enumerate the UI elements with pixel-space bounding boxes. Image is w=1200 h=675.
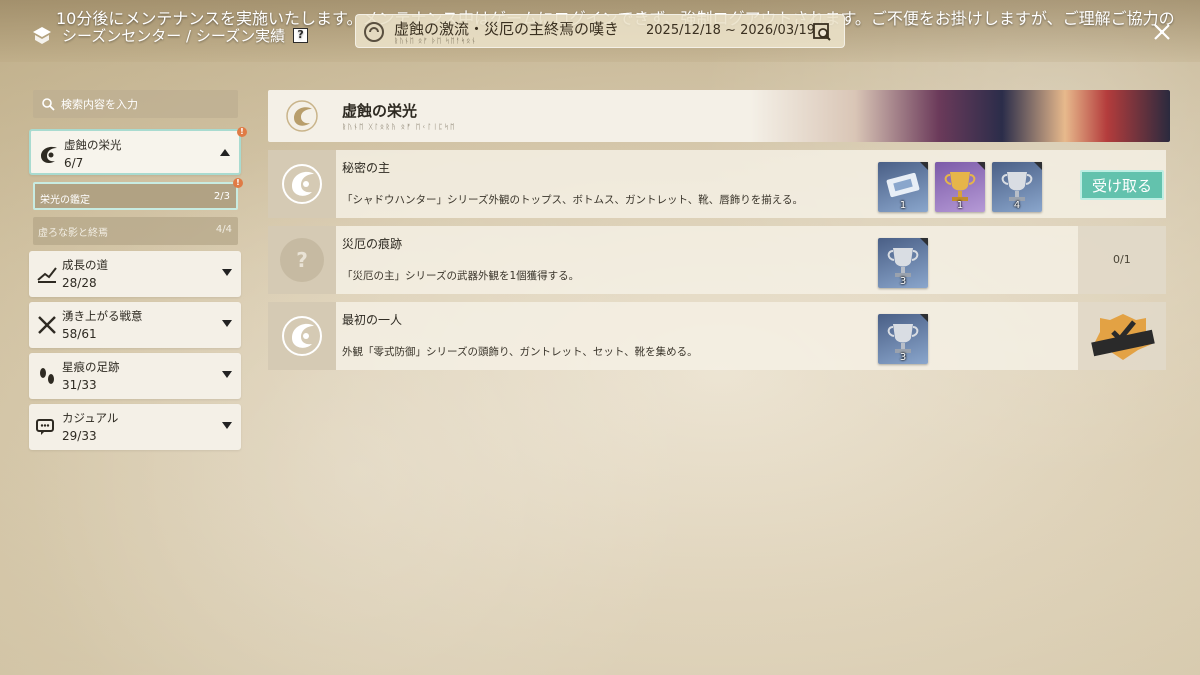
reward-corner-fold [920, 238, 928, 246]
reward-quantity: 4 [1013, 200, 1021, 211]
subcategory-glory-appraisal[interactable]: 栄光の鑑定 2/3 ! [33, 178, 243, 210]
alert-badge: ! [237, 127, 247, 137]
category-name: 成長の道 [62, 258, 108, 272]
eclipse-glory-icon [41, 146, 57, 164]
footprint-icon [40, 368, 54, 384]
achievement-row: ? 災厄の痕跡 「災厄の主」シリーズの武器外観を1個獲得する。 3 0/1 [268, 226, 1166, 294]
help-button[interactable]: ? [293, 27, 309, 43]
section-title: 虚蝕の栄光 [342, 102, 418, 120]
completed-stamp-icon [1091, 314, 1155, 360]
reward-quantity: 3 [899, 352, 907, 363]
achievement-title: 災厄の痕跡 [342, 237, 403, 251]
achievement-desc: 「シャドウハンター」シリーズ外観のトップス、ボトムス、ガントレット、靴、唇飾りを… [342, 194, 803, 206]
season-center-logo-icon [33, 27, 51, 44]
locked-question-icon: ? [280, 238, 324, 282]
category-count: 29/33 [62, 429, 97, 443]
achievement-icon-box: ? [268, 226, 336, 294]
eclipse-medal-icon [282, 164, 322, 204]
category-growth-path[interactable]: 成長の道 28/28 [29, 251, 241, 297]
season-search-icon[interactable] [812, 22, 832, 42]
alert-badge: ! [233, 178, 243, 188]
subcategory-hollow-shadow[interactable]: 虚ろな影と終焉 4/4 [33, 217, 238, 245]
chat-icon [36, 419, 54, 435]
season-dates: 2025/12/18 ~ 2026/03/19 [646, 23, 816, 38]
chevron-down-icon [222, 320, 232, 327]
reward-item[interactable]: 3 [878, 238, 928, 288]
category-name: カジュアル [62, 411, 119, 425]
search-input[interactable] [61, 97, 231, 111]
category-count: 58/61 [62, 327, 97, 341]
category-name: 虚蝕の栄光 [64, 138, 122, 152]
character-banner-art [750, 90, 1170, 142]
chevron-down-icon [222, 422, 232, 429]
reward-corner-fold [920, 162, 928, 170]
category-name: 湧き上がる戦意 [62, 309, 143, 323]
chevron-down-icon [222, 269, 232, 276]
category-casual[interactable]: カジュアル 29/33 [29, 404, 241, 450]
achievement-row: 最初の一人 外観「零式防御」シリーズの頭飾り、ガントレット、セット、靴を集める。… [268, 302, 1166, 370]
svg-text:?: ? [296, 248, 308, 272]
achievement-icon-box [268, 302, 336, 370]
achievement-desc: 外観「零式防御」シリーズの頭飾り、ガントレット、セット、靴を集める。 [342, 346, 698, 358]
page-title-group: シーズンセンター / シーズン実績 ? [30, 22, 309, 48]
search-box [33, 90, 238, 118]
category-star-footprints[interactable]: 星痕の足跡 31/33 [29, 353, 241, 399]
top-bar: 10分後にメンテナンスを実施いたします。メンテナンス中はゲームにログインできず、… [0, 0, 1200, 62]
reward-item[interactable]: 1 [935, 162, 985, 212]
crossed-swords-icon [38, 316, 56, 334]
category-count: 31/33 [62, 378, 97, 392]
chevron-up-icon [220, 149, 230, 156]
reward-item[interactable]: 1 [878, 162, 928, 212]
reward-corner-fold [920, 314, 928, 322]
category-rising-spirit[interactable]: 湧き上がる戦意 58/61 [29, 302, 241, 348]
season-selector[interactable]: 虚蝕の激流・災厄の主終焉の嘆き ᚱᚢᚾᛖ ᛟᚠ ᚦᛖ ᛋᛖᚨᛋᛟᚾ 2025/1… [355, 14, 845, 48]
season-subtitle-glyphs: ᚱᚢᚾᛖ ᛟᚠ ᚦᛖ ᛋᛖᚨᛋᛟᚾ [394, 37, 477, 45]
subcategory-name: 栄光の鑑定 [40, 195, 90, 206]
achievement-desc: 「災厄の主」シリーズの武器外観を1個獲得する。 [342, 270, 580, 282]
eclipse-medal-icon [282, 316, 322, 356]
eclipse-glory-emblem-icon [286, 100, 318, 132]
season-name: 虚蝕の激流・災厄の主終焉の嘆き [394, 20, 620, 38]
subcategory-count: 2/3 [213, 191, 230, 202]
category-count: 6/7 [64, 156, 84, 170]
reward-item[interactable]: 3 [878, 314, 928, 364]
achievement-icon-box [268, 150, 336, 218]
section-subtitle-glyphs: ᚱᚢᚾᛖ ᚷᛚᛟᚱᚤ ᛟᚠ ᛖᚲᛚᛁᛈᛋᛖ [342, 123, 456, 131]
achievement-title: 最初の一人 [342, 313, 403, 327]
subcategory-name: 虚ろな影と終焉 [38, 228, 108, 239]
category-eclipse-glory[interactable]: 虚蝕の栄光 6/7 ! [29, 127, 247, 175]
category-count: 28/28 [62, 276, 97, 290]
category-name: 星痕の足跡 [62, 360, 120, 374]
growth-path-icon [37, 267, 57, 283]
reward-quantity: 3 [899, 276, 907, 287]
page-title: シーズンセンター / シーズン実績 [62, 26, 286, 45]
reward-item[interactable]: 4 [992, 162, 1042, 212]
reward-corner-fold [977, 162, 985, 170]
reward-quantity: 1 [899, 200, 907, 211]
season-emblem-icon [364, 22, 384, 42]
achievement-progress: 0/1 [1113, 253, 1131, 266]
subcategory-count: 4/4 [215, 224, 232, 235]
reward-corner-fold [1034, 162, 1042, 170]
achievement-title: 秘密の主 [342, 161, 391, 175]
reward-quantity: 1 [956, 200, 964, 211]
search-icon [42, 98, 55, 111]
achievement-row: 秘密の主 「シャドウハンター」シリーズ外観のトップス、ボトムス、ガントレット、靴… [268, 150, 1166, 218]
chevron-down-icon [222, 371, 232, 378]
close-icon[interactable] [1150, 20, 1174, 44]
section-banner: 虚蝕の栄光 ᚱᚢᚾᛖ ᚷᛚᛟᚱᚤ ᛟᚠ ᛖᚲᛚᛁᛈᛋᛖ [268, 90, 1170, 142]
claim-button[interactable]: 受け取る [1080, 170, 1164, 200]
